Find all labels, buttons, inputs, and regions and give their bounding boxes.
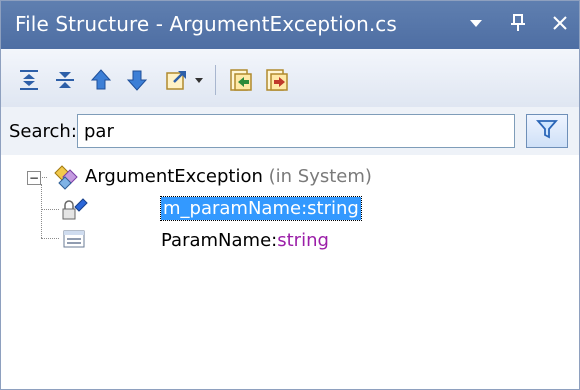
window-title: File Structure - ArgumentException.cs <box>15 12 397 36</box>
selected-item-label: m_paramName:string <box>160 195 362 221</box>
title-controls <box>465 11 571 35</box>
tree-connector <box>41 209 59 210</box>
property-name: ParamName <box>161 229 272 251</box>
tree-connector <box>41 238 59 239</box>
filter-button[interactable] <box>526 114 568 148</box>
file-structure-window: File Structure - ArgumentException.cs Se… <box>0 0 580 390</box>
search-bar: Search: <box>1 107 579 156</box>
property-icon <box>59 225 89 257</box>
private-field-icon <box>59 193 89 227</box>
search-label: Search: <box>9 121 77 142</box>
tree-connector <box>41 184 42 238</box>
tree-item-field[interactable]: m_paramName:string <box>160 193 362 223</box>
structure-tree: − ArgumentException (in System) m_paramN… <box>1 155 579 389</box>
navigate-dropdown-icon[interactable] <box>191 66 207 94</box>
field-name: m_paramName <box>163 197 302 219</box>
toolbar-divider <box>215 65 216 95</box>
property-type: string <box>277 229 329 251</box>
toolbar <box>1 49 579 108</box>
export-icon[interactable] <box>263 66 291 94</box>
filter-icon <box>536 118 558 144</box>
field-type: string <box>307 197 359 219</box>
close-icon[interactable] <box>549 11 571 35</box>
pin-icon[interactable] <box>507 11 529 35</box>
collapse-toggle-icon[interactable]: − <box>27 171 41 185</box>
root-namespace-suffix: (in System) <box>268 165 372 187</box>
navigate-icon[interactable] <box>163 66 191 94</box>
import-icon[interactable] <box>227 66 255 94</box>
tree-item-property[interactable]: ParamName: string <box>161 225 329 255</box>
window-position-dropdown-icon[interactable] <box>465 11 487 35</box>
title-bar[interactable]: File Structure - ArgumentException.cs <box>1 1 579 49</box>
search-input[interactable] <box>77 114 515 148</box>
move-up-icon[interactable] <box>87 66 115 94</box>
tree-root-item[interactable]: ArgumentException (in System) <box>85 161 372 191</box>
class-icon <box>49 161 83 195</box>
collapse-all-icon[interactable] <box>15 66 43 94</box>
root-class-name: ArgumentException <box>85 165 263 187</box>
expand-all-icon[interactable] <box>51 66 79 94</box>
move-down-icon[interactable] <box>123 66 151 94</box>
